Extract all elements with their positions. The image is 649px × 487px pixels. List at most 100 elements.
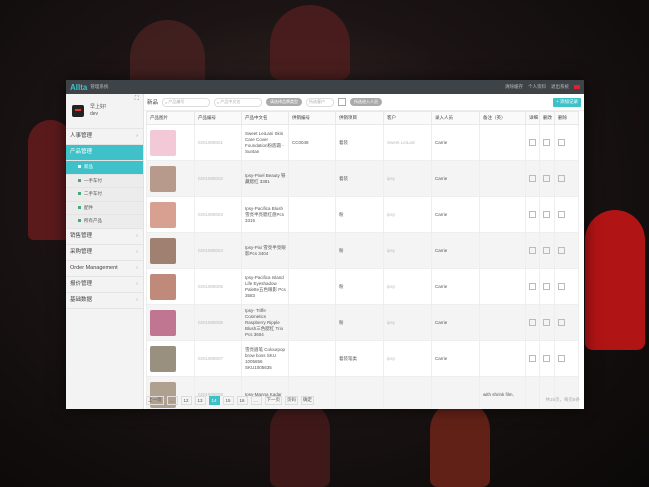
edit-icon[interactable] [543,247,550,254]
goto-button[interactable]: 确定 [301,395,314,405]
page-button[interactable]: 15 [222,395,234,405]
edit-icon[interactable] [543,355,550,362]
product-thumbnail[interactable] [150,129,176,156]
cell-code: 0201908004 [194,232,242,269]
cell-note [479,124,526,161]
clear-cache-link[interactable]: 清除缓存 [505,84,523,90]
prev-page-button[interactable]: 上一页 [146,395,164,405]
column-header: 产品中文名 [241,111,289,125]
top-bar: Allta 管理系统 清除缓存 个人资料 退出系统 [66,80,584,94]
search-icon: ⌕ [165,99,168,105]
product-thumbnail[interactable] [150,345,176,372]
column-header: 客户 [383,111,432,125]
cell-delete [554,304,579,341]
cell-edit [539,304,555,341]
table-row[interactable]: 0201908003 Ipsy-Pacifica Blush 雪亮半亮腮红盘Pcs… [146,196,579,233]
profile-link[interactable]: 个人资料 [528,84,546,90]
next-page-button[interactable]: 下一页 [264,395,282,405]
goto-page-input[interactable]: 页码 [285,395,298,405]
cell-staff: Carrie [431,268,480,305]
table-header: 产品图片 产品编号 产品中文名 供销编号 供销项目 客户 录入人员 备注（英） 详细 删改 删除 [146,111,579,125]
delete-icon[interactable] [558,247,565,254]
table-row[interactable]: 0201908001 Sweet LeiLani Skin Care Cover … [146,124,579,161]
sidebar-item[interactable]: 基础数据 › [66,293,143,309]
calendar-icon[interactable] [338,98,347,106]
edit-icon[interactable] [543,283,550,290]
cell-proj: 粉 [335,196,384,233]
edit-icon[interactable] [543,319,550,326]
page-button[interactable]: … [166,395,178,405]
delete-icon[interactable] [558,319,565,326]
search-name-input[interactable]: ⌕ 产品中文名 [214,97,263,107]
delete-icon[interactable] [558,211,565,218]
product-table: 产品图片 产品编号 产品中文名 供销编号 供销项目 客户 录入人员 备注（英） 详细 删改 删除 0… [146,111,579,409]
search-code-input[interactable]: ⌕ 产品编号 [162,97,211,107]
table-row[interactable]: 0201908006 Ipsy- Triffe Cosmetics Raspber… [146,304,579,341]
logout-link[interactable]: 退出系统 [551,84,569,90]
sidebar-item-label: 销售管理 [70,232,93,239]
cell-delete [554,268,579,305]
add-record-button[interactable]: + 添加记录 [553,97,581,107]
sidebar-subitem[interactable]: 所有产品 [66,215,143,229]
delete-icon[interactable] [558,355,565,362]
page-button[interactable]: … [250,395,262,405]
staff-select[interactable]: 所选进入人员 [350,98,383,106]
sidebar-item[interactable]: 采购管理 › [66,245,143,261]
square-icon [78,205,81,209]
cell-cust: ipsy [383,304,432,341]
cell-thumb [146,232,195,269]
product-thumbnail[interactable] [150,309,176,336]
toolbar: 新品 ⌕ 产品编号 ⌕ 产品中文名 请选择品牌类型 所选客户 所选进入人员 + … [144,94,584,111]
product-thumbnail[interactable] [150,237,176,264]
sidebar-subitem[interactable]: 二手车付 [66,188,143,202]
edit-icon[interactable] [543,175,550,182]
detail-icon[interactable] [529,355,536,362]
page-button[interactable]: 16 [236,395,248,405]
detail-icon[interactable] [529,211,536,218]
chevron-icon: ⌄ [133,149,138,155]
edit-icon[interactable] [543,139,550,146]
flag-icon[interactable] [574,85,580,89]
cell-code: 0201908003 [194,196,242,233]
detail-icon[interactable] [529,319,536,326]
product-thumbnail[interactable] [150,165,176,192]
table-row[interactable]: 0201908004 Ipsy-Pixi 雪亮半亮眼影Pcs 3404 粉 ipsy C… [146,232,579,269]
delete-icon[interactable] [558,175,565,182]
expand-icon[interactable]: ⛶ [135,96,139,103]
cell-edit [539,340,555,377]
page-button[interactable]: 13 [194,395,206,405]
sidebar-item[interactable]: Order Management › [66,261,143,277]
detail-icon[interactable] [529,283,536,290]
sidebar-item[interactable]: 销售管理 › [66,229,143,245]
table-row[interactable]: 0201908005 Ipsy-Pacifica Island Life Eyes… [146,268,579,305]
delete-icon[interactable] [558,139,565,146]
sidebar-subitem[interactable]: 一手车付 [66,174,143,188]
brand-type-select[interactable]: 请选择品牌类型 [266,98,303,106]
detail-icon[interactable] [529,175,536,182]
detail-icon[interactable] [529,247,536,254]
page-button[interactable]: 14 [208,395,220,405]
cell-detail [525,268,540,305]
table-row[interactable]: 0201908002 Ipsy-Pixel Beauty 铁藏腮红 3381 着装 i… [146,160,579,197]
product-thumbnail[interactable] [150,201,176,228]
cell-staff: Carrie [431,232,480,269]
cell-code: 0201908005 [194,268,242,305]
square-icon [78,192,81,196]
customer-input[interactable]: 所选客户 [306,97,335,107]
sidebar-item-label: 产品管理 [70,149,93,155]
cell-staff: Carrie [431,196,480,233]
product-thumbnail[interactable] [150,273,176,300]
table-row[interactable]: 0201908007 雪亮眉笔 Colourpop brow boss SKU 1… [146,340,579,377]
sidebar-item[interactable]: 报价管理 › [66,277,143,293]
sidebar-subitem[interactable]: 配件 [66,201,143,215]
sidebar-subitem[interactable]: 新品 [66,161,143,175]
page-button[interactable]: 12 [180,395,192,405]
cell-note [479,232,526,269]
sidebar-item[interactable]: 人事管理 › [66,129,143,145]
chevron-icon: › [136,133,138,139]
edit-icon[interactable] [543,211,550,218]
detail-icon[interactable] [529,139,536,146]
delete-icon[interactable] [558,283,565,290]
cell-delete [554,232,579,269]
sidebar-item[interactable]: 产品管理 ⌄ [66,145,143,161]
